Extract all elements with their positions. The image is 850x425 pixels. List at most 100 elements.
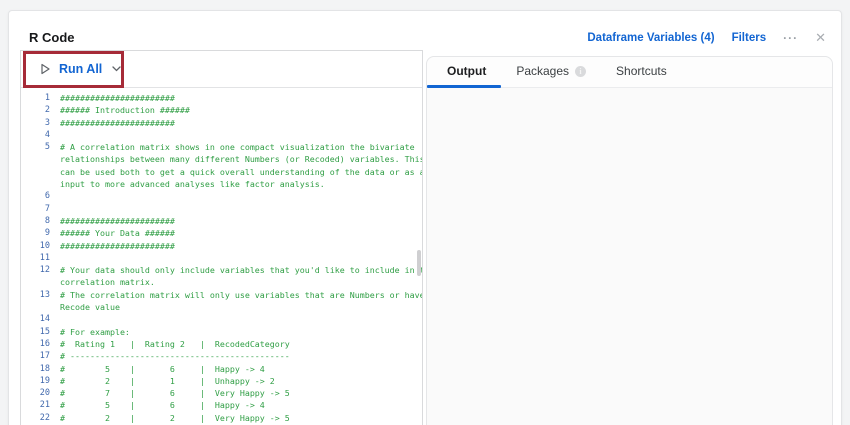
code-line[interactable]: 1 ####################### xyxy=(21,92,422,104)
code-line[interactable]: 16 # Rating 1 | Rating 2 | RecodedCategor… xyxy=(21,338,422,350)
line-number: 7 xyxy=(44,203,50,214)
code-text: # Your data should only include variable… xyxy=(60,265,422,276)
chevron-down-icon[interactable] xyxy=(112,66,121,72)
line-number: 4 xyxy=(44,129,50,140)
code-rows: 1 ####################### 2 ###### Introduc… xyxy=(21,92,422,424)
code-line[interactable]: 18 # 5 | 6 | Happy -> 4 xyxy=(21,363,422,375)
code-line[interactable]: 6 xyxy=(21,190,422,202)
page-title: R Code xyxy=(29,30,75,45)
tab-packages-label: Packages xyxy=(516,64,570,78)
line-number: 11 xyxy=(39,252,50,263)
info-icon[interactable]: i xyxy=(575,65,587,77)
code-text: ####################### xyxy=(60,117,175,128)
code-text: ###### Introduction ###### xyxy=(60,105,190,116)
code-line[interactable]: 19 # 2 | 1 | Unhappy -> 2 xyxy=(21,375,422,387)
editor-toolbar: Run All xyxy=(21,51,422,88)
line-number: 17 xyxy=(39,351,50,362)
tab-output[interactable]: Output xyxy=(427,57,502,88)
code-text: ####################### xyxy=(60,240,175,251)
code-line[interactable]: 13 # The correlation matrix will only use… xyxy=(21,289,422,301)
code-line[interactable]: 22 # 2 | 2 | Very Happy -> 5 xyxy=(21,412,422,424)
line-number: 2 xyxy=(44,105,50,116)
panel-tabs: Output Packages i Shortcuts xyxy=(427,57,832,88)
code-line[interactable]: Recode value xyxy=(21,301,422,313)
line-number: 18 xyxy=(39,363,50,374)
editor-scrollbar[interactable] xyxy=(417,250,421,276)
line-number: 22 xyxy=(39,412,50,423)
code-text: can be used both to get a quick overall … xyxy=(60,166,422,177)
code-text: ####################### xyxy=(60,215,175,226)
code-text: # Rating 1 | Rating 2 | RecodedCategory xyxy=(60,338,290,349)
line-number: 20 xyxy=(39,388,50,399)
code-editor[interactable]: 1 ####################### 2 ###### Introduc… xyxy=(21,88,422,425)
close-icon[interactable]: ✕ xyxy=(815,31,826,44)
line-number: 19 xyxy=(39,375,50,386)
line-number xyxy=(21,276,50,288)
code-text: # A correlation matrix shows in one comp… xyxy=(60,142,415,153)
code-text: correlation matrix. xyxy=(60,277,155,288)
line-number: 8 xyxy=(44,215,50,226)
code-text: # The correlation matrix will only use v… xyxy=(60,289,422,300)
line-number xyxy=(21,301,50,313)
run-all-button[interactable]: Run All xyxy=(59,62,102,76)
code-text: # 5 | 6 | Happy -> 4 xyxy=(60,400,265,411)
output-panel: Output Packages i Shortcuts xyxy=(426,56,833,425)
code-line[interactable]: 9 ###### Your Data ###### xyxy=(21,227,422,239)
code-text: ####################### xyxy=(60,93,175,103)
dataframe-variables-link[interactable]: Dataframe Variables (4) xyxy=(587,32,714,44)
code-line[interactable]: 11 xyxy=(21,252,422,264)
code-line[interactable]: 17 # ------------------------------------… xyxy=(21,350,422,362)
line-number: 10 xyxy=(39,240,50,251)
code-line[interactable]: 12 # Your data should only include variab… xyxy=(21,264,422,276)
line-number: 12 xyxy=(39,265,50,276)
line-number: 5 xyxy=(44,142,50,153)
code-line[interactable]: 5 # A correlation matrix shows in one com… xyxy=(21,141,422,153)
line-number: 3 xyxy=(44,117,50,128)
header-actions: Dataframe Variables (4) Filters ··· ✕ xyxy=(587,31,826,44)
tab-output-label: Output xyxy=(447,64,487,78)
code-line[interactable]: 10 ####################### xyxy=(21,240,422,252)
code-text: # 2 | 2 | Very Happy -> 5 xyxy=(60,412,290,423)
code-line[interactable]: 4 xyxy=(21,129,422,141)
code-text: # 2 | 1 | Unhappy -> 2 xyxy=(60,375,275,386)
code-line[interactable]: 21 # 5 | 6 | Happy -> 4 xyxy=(21,399,422,411)
code-line[interactable]: can be used both to get a quick overall … xyxy=(21,166,422,178)
code-line[interactable]: 7 xyxy=(21,203,422,215)
r-code-modal-stage: R Code Dataframe Variables (4) Filters ·… xyxy=(0,0,850,425)
line-number xyxy=(21,166,50,178)
output-panel-body xyxy=(427,88,832,425)
filters-link[interactable]: Filters xyxy=(732,32,767,44)
r-code-modal: R Code Dataframe Variables (4) Filters ·… xyxy=(8,10,842,425)
tab-packages[interactable]: Packages i xyxy=(501,57,601,87)
code-line[interactable]: 2 ###### Introduction ###### xyxy=(21,104,422,116)
code-text: relationships between many different Num… xyxy=(60,154,422,165)
overflow-menu-icon[interactable]: ··· xyxy=(783,32,798,44)
line-number xyxy=(21,178,50,190)
code-text: # For example: xyxy=(60,326,130,337)
code-line[interactable]: 3 ####################### xyxy=(21,117,422,129)
code-line[interactable]: 14 xyxy=(21,313,422,325)
code-text: # 5 | 6 | Happy -> 4 xyxy=(60,363,265,374)
code-line[interactable]: 15 # For example: xyxy=(21,326,422,338)
line-number: 1 xyxy=(44,93,50,103)
line-number: 21 xyxy=(39,400,50,411)
code-text: # 7 | 6 | Very Happy -> 5 xyxy=(60,388,290,399)
line-number xyxy=(21,153,50,165)
code-text: input to more advanced analyses like fac… xyxy=(60,179,325,190)
line-number: 13 xyxy=(39,289,50,300)
line-number: 9 xyxy=(44,228,50,239)
line-number: 14 xyxy=(39,314,50,325)
code-line[interactable]: 20 # 7 | 6 | Very Happy -> 5 xyxy=(21,387,422,399)
code-text: # --------------------------------------… xyxy=(60,351,290,362)
code-line[interactable]: relationships between many different Num… xyxy=(21,153,422,165)
code-line[interactable]: correlation matrix. xyxy=(21,276,422,288)
code-line[interactable]: input to more advanced analyses like fac… xyxy=(21,178,422,190)
line-number: 15 xyxy=(39,326,50,337)
tab-shortcuts[interactable]: Shortcuts xyxy=(601,57,682,87)
code-editor-panel: Run All 1 ####################### 2 ###### … xyxy=(20,50,423,425)
code-line[interactable]: 8 ####################### xyxy=(21,215,422,227)
